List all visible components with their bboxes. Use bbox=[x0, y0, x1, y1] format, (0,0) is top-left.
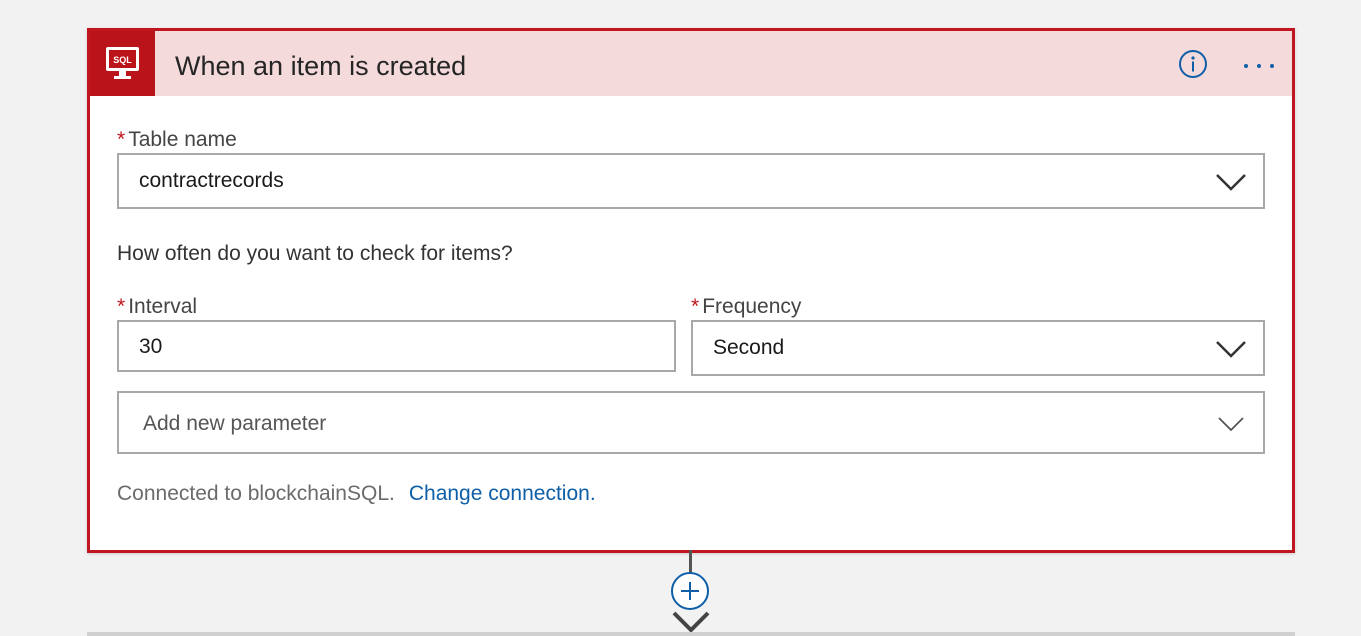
trigger-card: SQL When an item is created * Table name … bbox=[87, 28, 1295, 553]
plus-circle-icon bbox=[671, 572, 709, 610]
connection-status: Connected to blockchainSQL. bbox=[117, 482, 395, 505]
change-connection-link[interactable]: Change connection. bbox=[409, 482, 596, 505]
sql-icon-text: SQL bbox=[113, 55, 132, 65]
interval-value: 30 bbox=[139, 335, 163, 358]
chevron-down-icon bbox=[1216, 341, 1246, 358]
info-button[interactable] bbox=[1178, 49, 1208, 79]
frequency-dropdown[interactable]: Second bbox=[691, 320, 1265, 376]
connection-footer: Connected to blockchainSQL. Change connec… bbox=[117, 482, 596, 506]
next-card-edge bbox=[87, 632, 1295, 636]
schedule-question: How often do you want to check for items… bbox=[117, 242, 513, 265]
add-parameter-dropdown[interactable]: Add new parameter bbox=[117, 391, 1265, 454]
table-name-label: * Table name bbox=[117, 127, 237, 153]
required-marker: * bbox=[691, 295, 700, 318]
interval-input[interactable]: 30 bbox=[117, 320, 676, 372]
add-parameter-placeholder: Add new parameter bbox=[143, 412, 327, 435]
frequency-label-text: Frequency bbox=[702, 295, 802, 318]
table-name-value: contractrecords bbox=[139, 169, 284, 192]
required-marker: * bbox=[117, 128, 126, 151]
more-options-button[interactable] bbox=[1240, 53, 1278, 75]
frequency-label: * Frequency bbox=[691, 294, 801, 320]
chevron-down-icon bbox=[1218, 417, 1244, 432]
required-marker: * bbox=[117, 295, 126, 318]
interval-label: * Interval bbox=[117, 294, 197, 320]
table-name-dropdown[interactable]: contractrecords bbox=[117, 153, 1265, 209]
interval-label-text: Interval bbox=[128, 295, 198, 318]
table-name-label-text: Table name bbox=[128, 128, 237, 151]
sql-monitor-icon: SQL bbox=[106, 47, 139, 79]
ellipsis-icon bbox=[1244, 64, 1274, 68]
frequency-value: Second bbox=[713, 336, 785, 359]
trigger-title: When an item is created bbox=[175, 51, 467, 81]
info-icon bbox=[1179, 50, 1207, 78]
trigger-card-header[interactable]: SQL When an item is created bbox=[90, 31, 1292, 96]
chevron-down-icon bbox=[1216, 174, 1246, 191]
sql-server-icon: SQL bbox=[90, 31, 155, 96]
insert-step-button[interactable] bbox=[670, 571, 710, 611]
